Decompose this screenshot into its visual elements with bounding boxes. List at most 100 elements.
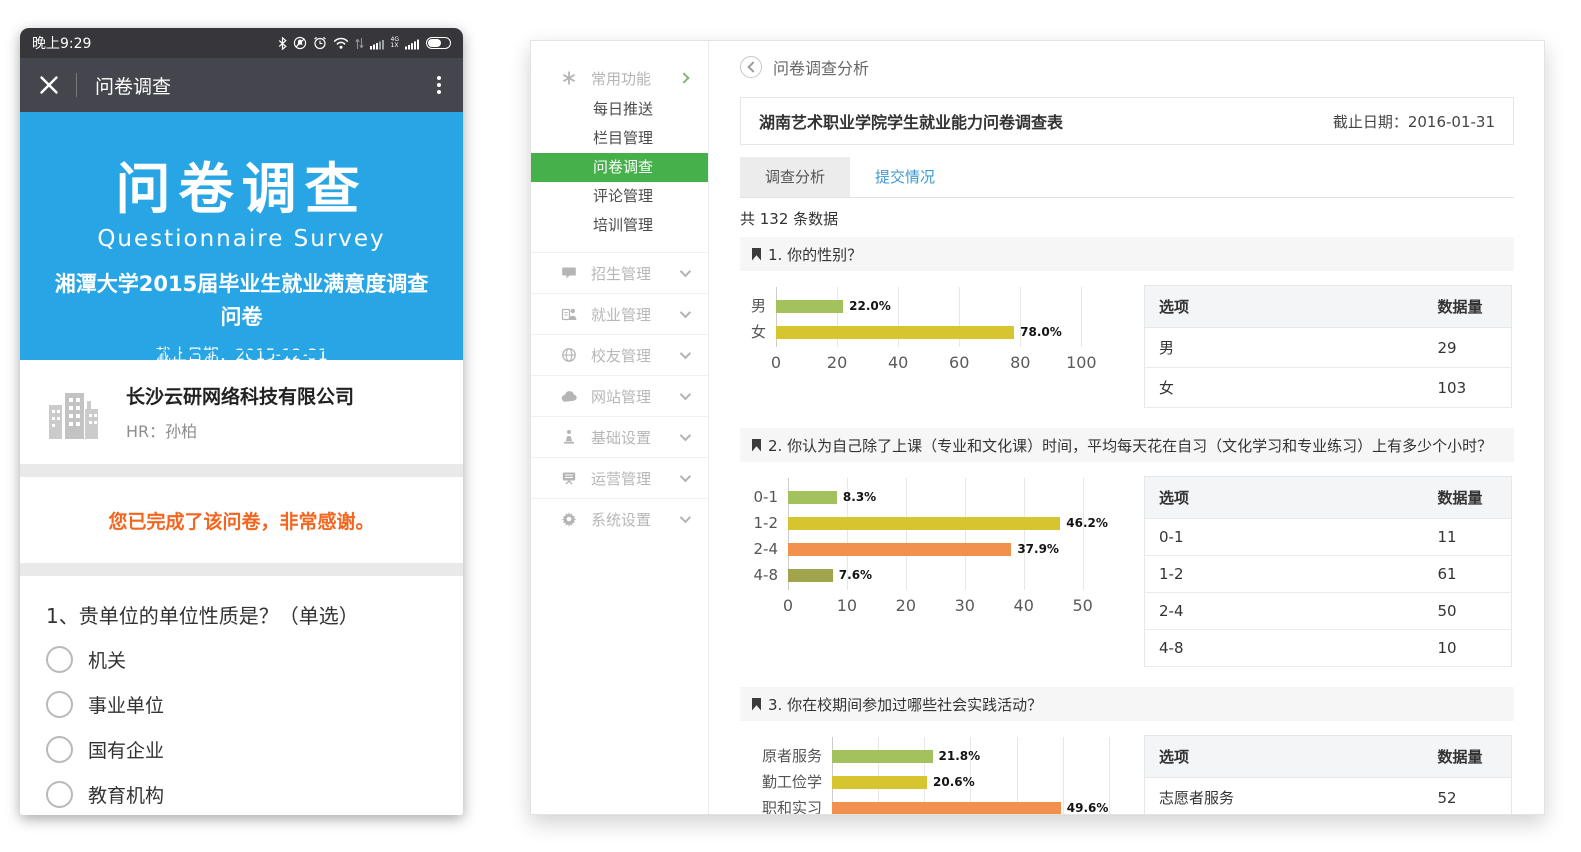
bar-row: 78.0% bbox=[776, 319, 1118, 345]
sidebar-group[interactable]: 系统设置 bbox=[531, 498, 708, 539]
network-type-label: 4G 1X bbox=[391, 37, 399, 49]
axis-tick-label: 100 bbox=[1066, 353, 1097, 372]
option-cell: 志愿者服务 bbox=[1145, 778, 1424, 816]
radio-option-label: 教育机构 bbox=[88, 781, 164, 808]
bar-value-label: 20.6% bbox=[933, 775, 975, 789]
sidebar-item[interactable]: 培训管理 bbox=[531, 211, 708, 240]
count-cell: 29 bbox=[1424, 328, 1512, 368]
axis-category-label: 0-1 bbox=[740, 484, 788, 510]
tab-analysis[interactable]: 调查分析 bbox=[740, 157, 850, 197]
question-title: 1、贵单位的单位性质是？（单选） bbox=[46, 600, 437, 629]
sidebar-group[interactable]: 网站管理 bbox=[531, 375, 708, 416]
bookmark-icon bbox=[752, 698, 761, 711]
radio-option-label: 机关 bbox=[88, 646, 126, 673]
option-cell: 0-1 bbox=[1145, 519, 1424, 556]
globe-icon bbox=[561, 347, 578, 364]
sidebar-item[interactable]: 问卷调查 bbox=[531, 153, 708, 182]
axis-tick-label: 40 bbox=[1014, 596, 1034, 615]
alarm-icon bbox=[313, 36, 327, 50]
clipboard-person-icon bbox=[561, 306, 578, 323]
bar-row: 8.3% bbox=[788, 484, 1118, 510]
status-bar: 晚上9:29 4G 1X bbox=[20, 28, 463, 58]
chevron-down-icon bbox=[680, 430, 691, 441]
chevron-down-icon bbox=[680, 266, 691, 277]
column-header-count: 数据量 bbox=[1424, 736, 1512, 778]
sidebar-primary-items: 每日推送栏目管理问卷调查评论管理培训管理 bbox=[531, 95, 708, 240]
company-name: 长沙云研网络科技有限公司 bbox=[126, 382, 354, 409]
column-header-option: 选项 bbox=[1145, 477, 1424, 519]
axis-tick-label: 10 bbox=[837, 596, 857, 615]
radio-icon[interactable] bbox=[46, 691, 73, 718]
bookmark-icon bbox=[752, 439, 761, 452]
section-divider bbox=[20, 563, 463, 576]
inbox-icon bbox=[561, 265, 578, 282]
chevron-down-icon bbox=[680, 512, 691, 523]
bar-chart: 原者服务勤工俭学职和实习自主创业 21.8%20.6%49.6%8.0% bbox=[740, 735, 1118, 815]
table-row: 男29 bbox=[1145, 328, 1512, 368]
option-cell: 男 bbox=[1145, 328, 1424, 368]
sidebar-group[interactable]: 运营管理 bbox=[531, 457, 708, 498]
table-row: 0-111 bbox=[1145, 519, 1512, 556]
question-block-3: 3. 你在校期间参加过哪些社会实践活动？ 原者服务勤工俭学职和实习自主创业 21… bbox=[740, 687, 1514, 815]
options-table: 选项 数据量 男29女103 bbox=[1144, 285, 1512, 408]
bar-value-label: 8.3% bbox=[843, 490, 876, 504]
sidebar-group-label: 就业管理 bbox=[591, 304, 680, 325]
radio-option[interactable]: 事业单位 bbox=[46, 689, 437, 719]
option-cell: 1-2 bbox=[1145, 556, 1424, 593]
bar-value-label: 78.0% bbox=[1020, 325, 1062, 339]
close-icon[interactable] bbox=[38, 74, 60, 96]
building-icon bbox=[44, 381, 106, 443]
monitor-icon bbox=[561, 470, 578, 487]
signal-icon bbox=[405, 37, 420, 50]
sidebar-item[interactable]: 每日推送 bbox=[531, 95, 708, 124]
data-arrows-icon bbox=[355, 37, 364, 50]
axis-category-label: 职和实习 bbox=[740, 795, 832, 815]
count-cell: 61 bbox=[1424, 556, 1512, 593]
back-circle-icon[interactable] bbox=[740, 56, 762, 78]
question-block: 1、贵单位的单位性质是？（单选） 机关事业单位国有企业教育机构三资企业 bbox=[20, 576, 463, 815]
question-header: 3. 你在校期间参加过哪些社会实践活动？ bbox=[740, 687, 1514, 721]
axis-tick-label: 0 bbox=[783, 596, 793, 615]
radio-option[interactable]: 国有企业 bbox=[46, 734, 437, 764]
options-table: 选项 数据量 志愿者服务52勤工俭学49 bbox=[1144, 735, 1512, 815]
count-cell: 10 bbox=[1424, 630, 1512, 667]
option-cell: 2-4 bbox=[1145, 593, 1424, 630]
count-cell: 50 bbox=[1424, 593, 1512, 630]
tab-submissions[interactable]: 提交情况 bbox=[850, 157, 960, 197]
sidebar-group-label: 系统设置 bbox=[591, 509, 680, 530]
tab-bar: 调查分析 提交情况 bbox=[740, 157, 1514, 198]
axis-category-label: 男 bbox=[740, 293, 776, 319]
radio-option[interactable]: 机关 bbox=[46, 644, 437, 674]
breadcrumb: 问卷调查分析 bbox=[740, 55, 1514, 79]
podium-icon bbox=[561, 429, 578, 446]
phone-navbar: 问卷调查 bbox=[20, 58, 463, 112]
radio-icon[interactable] bbox=[46, 646, 73, 673]
radio-option[interactable]: 教育机构 bbox=[46, 779, 437, 809]
radio-icon[interactable] bbox=[46, 736, 73, 763]
axis-tick-label: 30 bbox=[955, 596, 975, 615]
sidebar-group[interactable]: 校友管理 bbox=[531, 334, 708, 375]
bar-segment bbox=[788, 517, 1060, 530]
sidebar-group-label: 网站管理 bbox=[591, 386, 680, 407]
sidebar-group[interactable]: 基础设置 bbox=[531, 416, 708, 457]
question-text: 3. 你在校期间参加过哪些社会实践活动？ bbox=[768, 694, 1042, 715]
more-menu-icon[interactable] bbox=[433, 72, 445, 98]
bar-segment bbox=[776, 300, 843, 313]
sidebar-item[interactable]: 栏目管理 bbox=[531, 124, 708, 153]
sidebar-item[interactable]: 评论管理 bbox=[531, 182, 708, 211]
bar-value-label: 37.9% bbox=[1017, 542, 1059, 556]
sidebar-group[interactable]: 就业管理 bbox=[531, 293, 708, 334]
page-title: 问卷调查 bbox=[95, 72, 171, 99]
table-row: 志愿者服务52 bbox=[1145, 778, 1512, 816]
options-table: 选项 数据量 0-1111-2612-4504-810 bbox=[1144, 476, 1512, 667]
axis-tick-label: 50 bbox=[1072, 596, 1092, 615]
sidebar-group-common[interactable]: 常用功能 bbox=[531, 61, 708, 95]
total-count: 共 132 条数据 bbox=[740, 208, 1514, 229]
radio-icon[interactable] bbox=[46, 781, 73, 808]
survey-header-bar: 湖南艺术职业学院学生就业能力问卷调查表 截止日期：2016-01-31 bbox=[740, 97, 1514, 145]
radio-option-label: 国有企业 bbox=[88, 736, 164, 763]
axis-tick-label: 0 bbox=[771, 353, 781, 372]
sidebar-group[interactable]: 招生管理 bbox=[531, 252, 708, 293]
axis-category-label: 1-2 bbox=[740, 510, 788, 536]
sidebar-group-label: 运营管理 bbox=[591, 468, 680, 489]
